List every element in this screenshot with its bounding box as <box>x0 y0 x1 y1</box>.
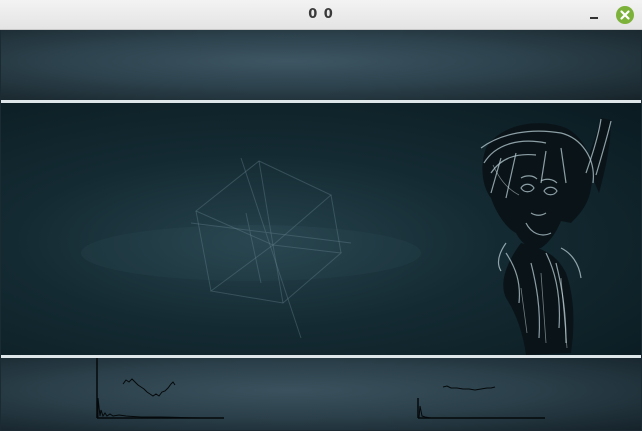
minimize-button[interactable] <box>585 6 603 24</box>
close-button[interactable] <box>616 6 634 24</box>
bottom-panel <box>1 358 641 430</box>
close-icon <box>620 10 630 20</box>
anime-character-illustration <box>480 118 612 355</box>
app-window: 0 0 <box>0 0 642 431</box>
top-panel <box>1 30 641 100</box>
right-waveform-graph <box>417 385 545 419</box>
minimize-icon <box>590 17 598 19</box>
title-bar: 0 0 <box>0 0 642 30</box>
window-title: 0 0 <box>308 7 334 22</box>
main-panel <box>1 103 641 355</box>
